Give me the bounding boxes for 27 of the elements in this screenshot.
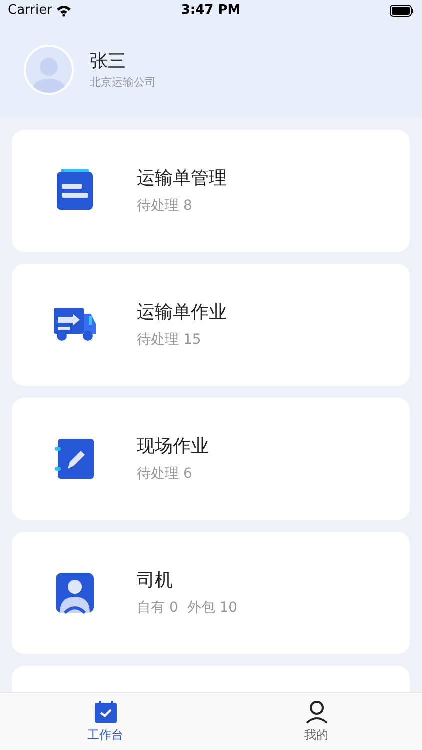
card-subtitle: 待处理 8 bbox=[137, 197, 194, 216]
card-title: 司机 bbox=[137, 569, 174, 593]
driver-icon bbox=[54, 572, 94, 614]
user-name: 张三 bbox=[90, 50, 127, 74]
battery-icon bbox=[390, 5, 414, 17]
carrier-label: Carrier bbox=[8, 2, 52, 20]
status-time: 3:47 PM bbox=[181, 2, 241, 20]
menu-card[interactable]: 司机 自有 0 外包 10 bbox=[12, 532, 410, 654]
truck-icon bbox=[52, 306, 96, 344]
menu-card[interactable]: 现场作业 待处理 6 bbox=[12, 398, 410, 520]
tab-item[interactable]: 工作台 bbox=[0, 693, 211, 750]
wifi-icon bbox=[56, 5, 72, 17]
card-subtitle: 自有 0 外包 10 bbox=[137, 599, 238, 618]
card-title: 运输单管理 bbox=[137, 167, 227, 191]
card-subtitle: 待处理 6 bbox=[137, 465, 194, 484]
menu-card[interactable]: 运输单作业 待处理 15 bbox=[12, 264, 410, 386]
avatar bbox=[24, 45, 74, 95]
menu-card[interactable]: 运输单管理 待处理 8 bbox=[12, 130, 410, 252]
person-icon bbox=[304, 700, 328, 724]
tab-item[interactable]: 我的 bbox=[211, 693, 422, 750]
company-name: 北京运输公司 bbox=[90, 75, 156, 92]
card-title: 现场作业 bbox=[137, 435, 209, 459]
notebook-pencil-icon bbox=[54, 437, 96, 481]
card-title: 运输单作业 bbox=[137, 301, 227, 325]
card-subtitle: 待处理 15 bbox=[137, 331, 202, 350]
document-icon bbox=[54, 169, 94, 213]
calendar-check-icon bbox=[94, 700, 118, 724]
